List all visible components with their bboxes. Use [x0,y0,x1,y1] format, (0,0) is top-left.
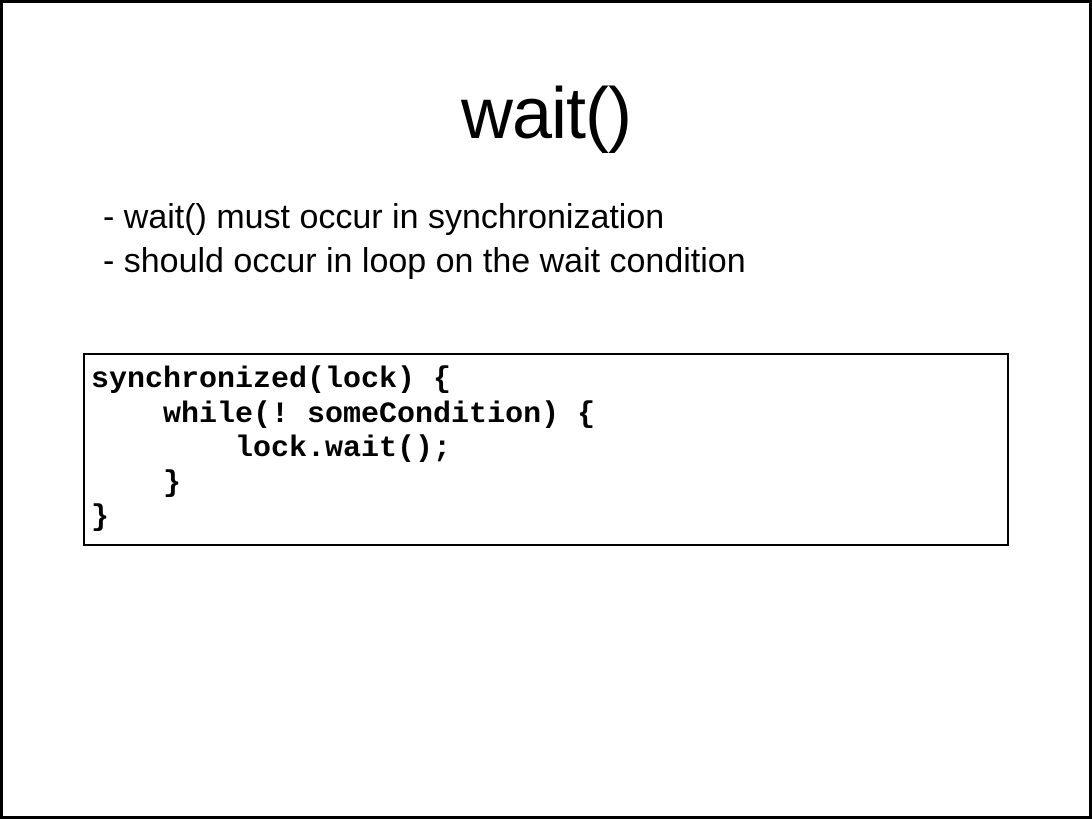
slide-title: wait() [3,73,1089,155]
code-block: synchronized(lock) { while(! someConditi… [83,353,1009,546]
slide: wait() - wait() must occur in synchroniz… [0,0,1092,819]
bullet-list: - wait() must occur in synchronization -… [103,195,1009,283]
bullet-item: - wait() must occur in synchronization [103,195,1009,239]
bullet-item: - should occur in loop on the wait condi… [103,239,1009,283]
